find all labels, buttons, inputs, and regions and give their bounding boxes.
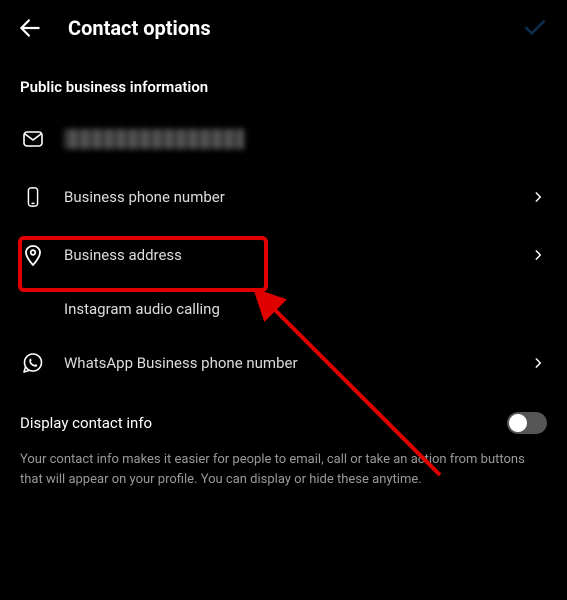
check-icon [522,15,548,41]
phone-icon [20,184,46,210]
address-label: Business address [64,246,511,264]
display-contact-info-title: Display contact info [20,414,495,432]
arrow-left-icon [17,15,43,41]
contact-row-phone[interactable]: Business phone number [0,168,567,226]
section-header-public-business: Public business information [0,56,567,110]
confirm-button[interactable] [521,14,549,42]
contact-row-whatsapp[interactable]: WhatsApp Business phone number [0,334,567,392]
display-contact-info-toggle[interactable] [507,412,547,434]
chevron-right-icon [529,188,547,206]
audio-calling-label: Instagram audio calling [64,300,547,318]
toggle-knob [509,414,527,432]
chevron-right-icon [529,354,547,372]
back-button[interactable] [16,14,44,42]
header: Contact options [0,0,567,56]
email-value-redacted [64,129,244,149]
whatsapp-label: WhatsApp Business phone number [64,354,511,372]
mail-icon [20,126,46,152]
display-contact-info-row: Display contact info [0,392,567,442]
display-contact-info-description: Your contact info makes it easier for pe… [0,442,567,497]
contact-row-audio-calling[interactable]: Instagram audio calling [0,284,567,334]
chevron-right-icon [529,246,547,264]
phone-label: Business phone number [64,188,511,206]
location-pin-icon [20,242,46,268]
page-title: Contact options [68,16,211,40]
contact-row-email[interactable] [0,110,567,168]
contact-row-address[interactable]: Business address [0,226,567,284]
whatsapp-icon [20,350,46,376]
